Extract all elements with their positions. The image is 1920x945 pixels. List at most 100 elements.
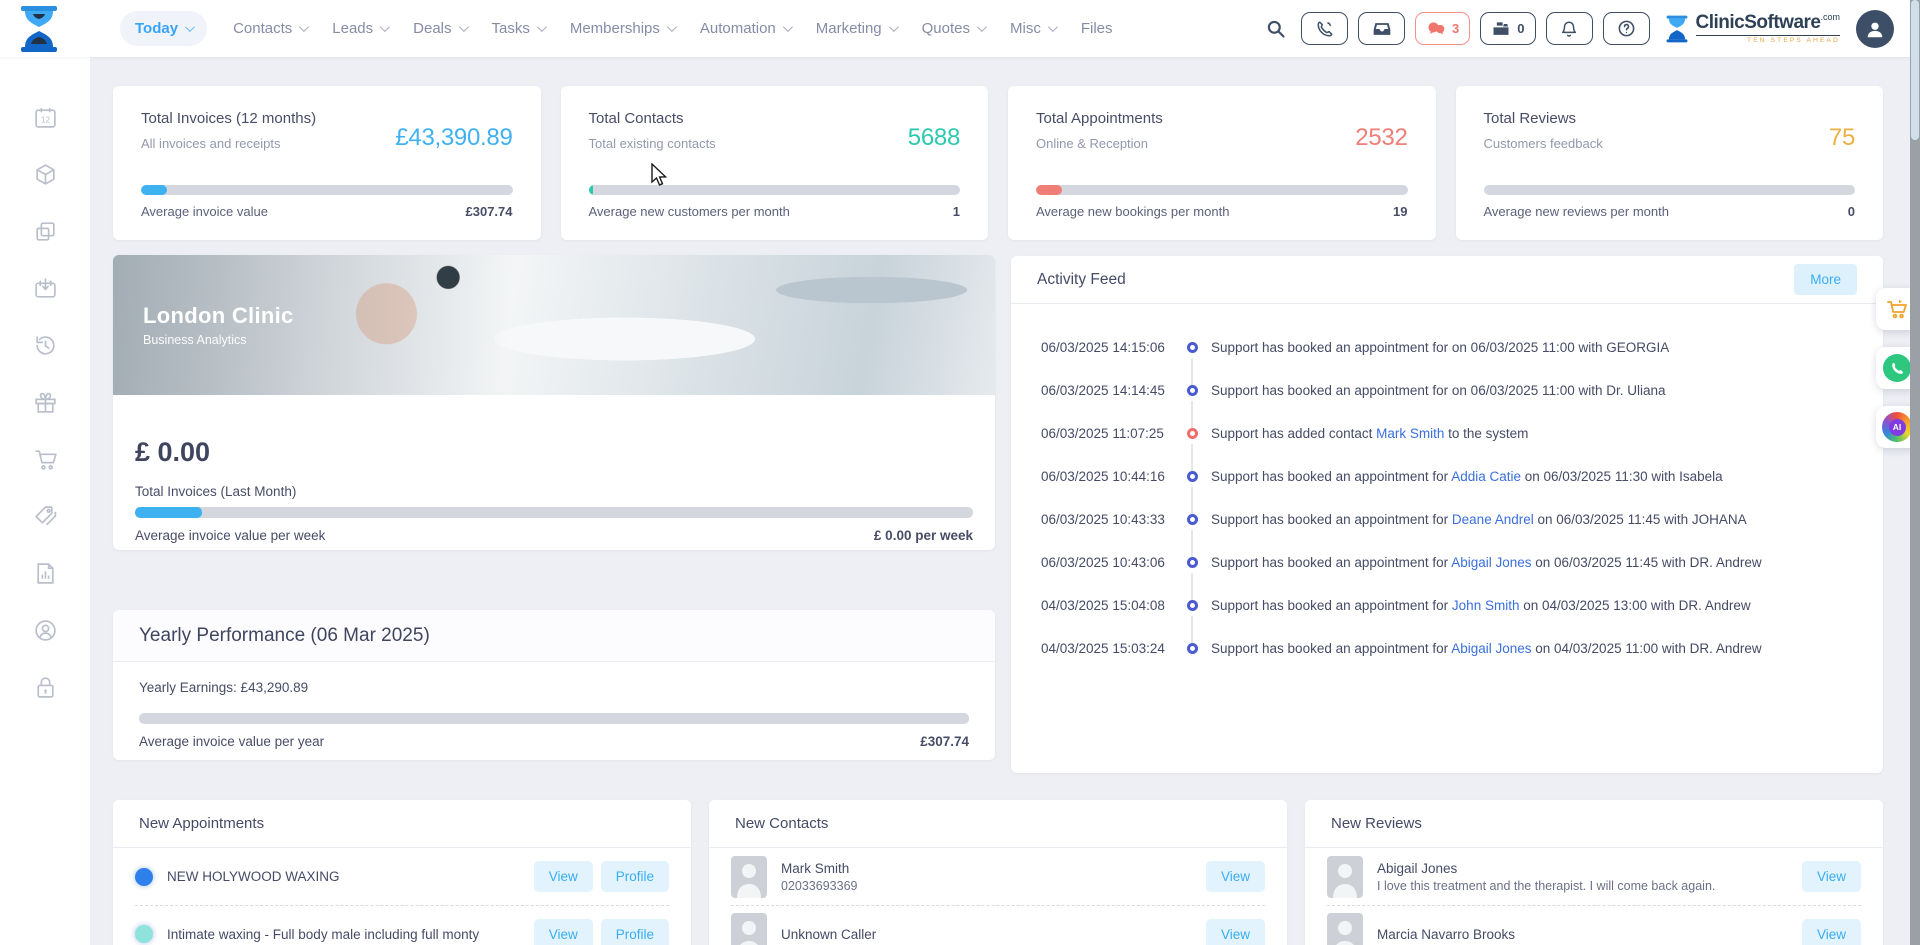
feed-contact-link[interactable]: Mark Smith [1376, 426, 1444, 441]
new-reviews-card: New Reviews Abigail Jones I love this tr… [1305, 800, 1883, 945]
progress-fill [1036, 185, 1062, 195]
nav-item-today[interactable]: Today [120, 11, 207, 46]
chevron-down-icon [537, 22, 547, 32]
progress-fill [135, 507, 202, 518]
svg-text:12: 12 [40, 115, 50, 125]
nav-item-memberships[interactable]: Memberships [570, 20, 674, 37]
brand-tld: .com [1820, 12, 1840, 22]
nav-item-tasks[interactable]: Tasks [492, 20, 544, 37]
bottom-row: New Appointments NEW HOLYWOOD WAXING Vie… [113, 800, 1883, 945]
feed-contact-link[interactable]: Addia Catie [1451, 469, 1521, 484]
phone-icon [1316, 20, 1334, 38]
account-icon[interactable] [33, 618, 58, 643]
stat-footer-value: £307.74 [466, 204, 513, 219]
progress-track [139, 713, 969, 724]
new-contacts-card: New Contacts Mark Smith 02033693369 View… [709, 800, 1287, 945]
stat-footer-label: Average new bookings per month [1036, 204, 1229, 219]
view-button[interactable]: View [534, 919, 593, 945]
feed-entry: 04/03/2025 15:04:08 Support has booked a… [1041, 584, 1853, 627]
cart-icon[interactable] [33, 447, 58, 472]
feed-entry: 06/03/2025 10:43:06 Support has booked a… [1041, 541, 1853, 584]
calendar-12-icon[interactable]: 12 [33, 105, 58, 130]
contact-name: Mark Smith [781, 861, 1192, 876]
package-icon[interactable] [33, 162, 58, 187]
brand-tagline: TEN STEPS AHEAD [1696, 35, 1841, 45]
view-button[interactable]: View [534, 861, 593, 892]
copy-icon[interactable] [33, 219, 58, 244]
history-icon[interactable] [33, 333, 58, 358]
new-reviews-title: New Reviews [1331, 815, 1422, 832]
calendar-import-icon[interactable] [33, 276, 58, 301]
yearly-footer-value: £307.74 [920, 734, 969, 749]
feed-contact-link[interactable]: Abigail Jones [1451, 555, 1531, 570]
messages-button[interactable]: 3 [1415, 12, 1470, 45]
help-icon [1617, 19, 1636, 38]
pos-count: 0 [1517, 21, 1524, 36]
appointment-dot-icon [135, 868, 153, 886]
user-avatar[interactable] [1856, 10, 1894, 48]
more-button[interactable]: More [1794, 264, 1857, 295]
stat-footer-value: 0 [1848, 204, 1855, 219]
stat-footer-label: Average new reviews per month [1484, 204, 1669, 219]
pos-button[interactable]: 0 [1480, 12, 1535, 45]
nav-item-marketing[interactable]: Marketing [816, 20, 896, 37]
clinicsoftware-logo-icon[interactable] [20, 6, 58, 52]
contact-row: Mark Smith 02033693369 View [731, 848, 1265, 905]
help-button[interactable] [1603, 12, 1650, 45]
scrollbar-thumb[interactable] [1911, 0, 1919, 140]
stat-value: £43,390.89 [395, 124, 512, 152]
gift-icon[interactable] [33, 390, 58, 415]
appointment-dot-icon [135, 925, 153, 943]
view-button[interactable]: View [1802, 861, 1861, 892]
clinic-photo: London Clinic Business Analytics [113, 255, 995, 395]
feed-entry: 04/03/2025 15:03:24 Support has booked a… [1041, 627, 1853, 670]
nav-item-deals[interactable]: Deals [413, 20, 465, 37]
review-row: Abigail Jones I love this treatment and … [1327, 848, 1861, 905]
nav-item-leads[interactable]: Leads [332, 20, 387, 37]
reviewer-name: Marcia Navarro Brooks [1377, 927, 1788, 942]
stat-value: 75 [1829, 124, 1855, 152]
lock-icon[interactable] [33, 675, 58, 700]
stat-footer-value: 1 [953, 204, 960, 219]
tags-icon[interactable] [33, 504, 58, 529]
stat-card-invoices: Total Invoices (12 months) All invoices … [113, 86, 541, 240]
notifications-button[interactable] [1546, 12, 1593, 45]
feed-time: 06/03/2025 14:14:45 [1041, 383, 1173, 398]
yearly-earnings: Yearly Earnings: £43,290.89 [139, 680, 969, 695]
hero-footer-value: £ 0.00 per week [874, 528, 973, 543]
avatar [731, 913, 767, 945]
contact-row: Unknown Caller View [731, 905, 1265, 945]
report-icon[interactable] [33, 561, 58, 586]
view-button[interactable]: View [1206, 861, 1265, 892]
left-sidebar: 12 [0, 57, 90, 945]
progress-track [141, 185, 513, 195]
feed-contact-link[interactable]: Abigail Jones [1451, 641, 1531, 656]
feed-dot-icon [1187, 600, 1198, 611]
yearly-title: Yearly Performance (06 Mar 2025) [139, 625, 430, 647]
feed-time: 04/03/2025 15:03:24 [1041, 641, 1173, 656]
feed-contact-link[interactable]: John Smith [1452, 598, 1520, 613]
inbox-button[interactable] [1358, 12, 1405, 45]
progress-fill [589, 185, 593, 195]
activity-feed-list: 06/03/2025 14:15:06 Support has booked a… [1011, 304, 1883, 670]
nav-item-files[interactable]: Files [1081, 20, 1113, 37]
stat-card-contacts: Total Contacts Total existing contacts 5… [561, 86, 989, 240]
brand-logo: ClinicSoftware.com TEN STEPS AHEAD [1666, 13, 1841, 45]
nav-item-misc[interactable]: Misc [1010, 20, 1055, 37]
page-scrollbar[interactable] [1910, 0, 1920, 945]
whatsapp-phone-icon [1883, 354, 1911, 382]
view-button[interactable]: View [1206, 919, 1265, 945]
nav-item-contacts[interactable]: Contacts [233, 20, 306, 37]
view-button[interactable]: View [1802, 919, 1861, 945]
search-button[interactable] [1261, 12, 1291, 45]
feed-contact-link[interactable]: Deane Andrel [1452, 512, 1534, 527]
reviewer-name: Abigail Jones [1377, 861, 1788, 876]
nav-item-automation[interactable]: Automation [700, 20, 790, 37]
stat-card-appointments: Total Appointments Online & Reception 25… [1008, 86, 1436, 240]
profile-button[interactable]: Profile [601, 861, 669, 892]
phone-button[interactable] [1301, 12, 1348, 45]
profile-button[interactable]: Profile [601, 919, 669, 945]
nav-item-quotes[interactable]: Quotes [922, 20, 984, 37]
yearly-performance-card: Yearly Performance (06 Mar 2025) Yearly … [113, 610, 995, 760]
feed-time: 06/03/2025 11:07:25 [1041, 426, 1173, 441]
